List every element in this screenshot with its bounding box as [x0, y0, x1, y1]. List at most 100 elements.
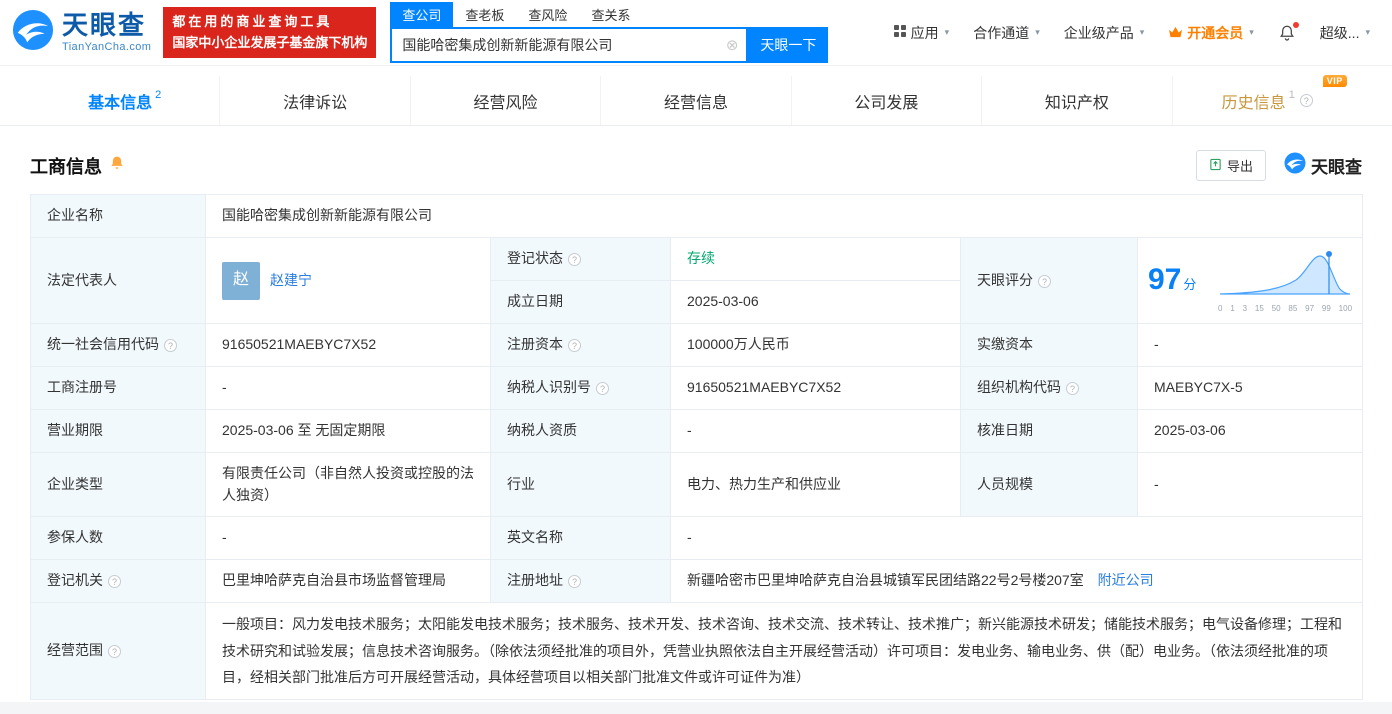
- english-name-label: 英文名称: [490, 516, 671, 560]
- taxpayer-quality-label: 纳税人资质: [490, 409, 671, 453]
- company-type-value: 有限责任公司（非自然人投资或控股的法人独资）: [205, 452, 491, 517]
- status-badge: 存续: [687, 250, 715, 267]
- registry-value: 巴里坤哈萨克自治县市场监督管理局: [205, 559, 491, 603]
- address-label: 注册地址: [490, 559, 671, 603]
- export-button[interactable]: 导出: [1195, 150, 1266, 181]
- nearby-companies-link[interactable]: 附近公司: [1098, 572, 1154, 588]
- brand-wave-icon: [1284, 152, 1306, 179]
- tab-label: 基本信息: [88, 94, 153, 112]
- reg-capital-value: 100000万人民币: [670, 323, 961, 367]
- registry-label: 登记机关: [30, 559, 206, 603]
- score-axis: 0 1 3 15 50 85 97 99 100: [1218, 304, 1353, 314]
- address-value: 新疆哈密市巴里坤哈萨克自治县城镇军民团结路22号2号楼207室: [687, 572, 1084, 589]
- industry-label: 行业: [490, 452, 671, 517]
- menu-cooperation[interactable]: 合作通道: [973, 23, 1040, 43]
- chevron-down-icon: [1365, 27, 1370, 38]
- tab-business-risk[interactable]: 经营风险: [409, 76, 600, 125]
- paid-capital-value: -: [1136, 323, 1364, 367]
- table-row: 企业类型 有限责任公司（非自然人投资或控股的法人独资） 行业 电力、热力生产和供…: [30, 452, 1364, 517]
- help-icon[interactable]: [164, 339, 177, 353]
- legal-rep-link[interactable]: 赵建宁: [270, 270, 312, 292]
- tab-company-development[interactable]: 公司发展: [790, 76, 981, 125]
- taxpayer-quality-value: -: [670, 409, 961, 453]
- footer-strip: [0, 702, 1392, 714]
- business-info-table: 企业名称 国能哈密集成创新新能源有限公司 法定代表人 赵 赵建宁 登记状态 存续…: [30, 194, 1364, 700]
- reg-status-label: 登记状态: [490, 237, 671, 281]
- notification-dot: [1292, 21, 1299, 28]
- tab-business-info[interactable]: 经营信息: [600, 76, 790, 125]
- crown-icon: [1168, 25, 1183, 41]
- help-icon[interactable]: [1066, 382, 1079, 396]
- clear-search-icon[interactable]: [718, 36, 747, 54]
- established-value: 2025-03-06: [670, 280, 961, 324]
- help-icon[interactable]: [108, 575, 121, 589]
- table-row: 经营范围 一般项目：风力发电技术服务；太阳能发电技术服务；技术服务、技术开发、技…: [30, 602, 1364, 700]
- watermark-logo: 天眼查: [1284, 152, 1362, 179]
- help-icon[interactable]: [1038, 274, 1051, 288]
- chevron-down-icon: [1140, 27, 1145, 38]
- header-menu: 应用 合作通道 企业级产品 开通会员: [893, 21, 1370, 43]
- help-icon[interactable]: [1299, 94, 1313, 107]
- table-row: 统一社会信用代码 91650521MAEBYC7X52 注册资本 100000万…: [30, 323, 1364, 367]
- avatar[interactable]: 赵: [222, 261, 260, 300]
- menu-user-label: 超级...: [1319, 24, 1360, 41]
- search-tab-boss[interactable]: 查老板: [453, 2, 516, 27]
- company-type-label: 企业类型: [30, 452, 206, 517]
- search-tab-risk[interactable]: 查风险: [516, 2, 579, 27]
- company-name-value: 国能哈密集成创新新能源有限公司: [204, 194, 1364, 238]
- business-scope-label: 经营范围: [30, 602, 206, 700]
- watermark-logo-text: 天眼查: [1311, 158, 1362, 177]
- legal-rep-cell: 赵 赵建宁: [205, 237, 491, 324]
- tab-intellectual-property[interactable]: 知识产权: [981, 76, 1171, 125]
- search-tab-relation[interactable]: 查关系: [579, 2, 642, 27]
- table-row: 登记机关 巴里坤哈萨克自治县市场监督管理局 注册地址 新疆哈密市巴里坤哈萨克自治…: [30, 559, 1364, 603]
- bell-icon[interactable]: [109, 155, 125, 176]
- english-name-value: -: [669, 516, 1364, 560]
- menu-open-vip[interactable]: 开通会员: [1168, 23, 1254, 43]
- tab-count-badge: 1: [1288, 88, 1295, 101]
- brand-logo[interactable]: 天眼查 TianYanCha.com: [12, 9, 151, 56]
- tab-history-info[interactable]: 历史信息 1 VIP: [1171, 74, 1362, 125]
- brand-name: 天眼查: [62, 10, 147, 40]
- table-row: 工商注册号 - 纳税人识别号 91650521MAEBYC7X52 组织机构代码…: [30, 366, 1364, 410]
- help-icon[interactable]: [568, 253, 581, 267]
- menu-open-vip-label: 开通会员: [1187, 24, 1244, 41]
- export-label: 导出: [1226, 159, 1253, 174]
- search-area: 查公司 查老板 查风险 查关系 天眼一下: [390, 1, 829, 63]
- approval-date-label: 核准日期: [960, 409, 1138, 453]
- help-icon[interactable]: [568, 339, 581, 353]
- menu-enterprise-products[interactable]: 企业级产品: [1064, 23, 1145, 43]
- credit-code-label: 统一社会信用代码: [30, 323, 206, 367]
- tab-label: 公司发展: [854, 94, 919, 112]
- reg-capital-label: 注册资本: [490, 323, 671, 367]
- menu-user-account[interactable]: 超级...: [1320, 23, 1370, 43]
- slogan-badge: 都在用的商业查询工具 国家中小企业发展子基金旗下机构: [163, 7, 377, 58]
- help-icon[interactable]: [596, 382, 609, 396]
- score-value: 97: [1148, 263, 1182, 297]
- search-input[interactable]: [392, 36, 718, 53]
- credit-code-value: 91650521MAEBYC7X52: [205, 323, 491, 367]
- address-cell: 新疆哈密市巴里坤哈萨克自治县城镇军民团结路22号2号楼207室 附近公司: [669, 559, 1364, 603]
- business-term-value: 2025-03-06 至 无固定期限: [205, 409, 491, 453]
- menu-enterprise-label: 企业级产品: [1063, 24, 1134, 41]
- org-code-label: 组织机构代码: [960, 366, 1138, 410]
- staff-size-label: 人员规模: [960, 452, 1138, 517]
- tab-count-badge: 2: [155, 88, 162, 101]
- menu-apps[interactable]: 应用: [893, 23, 950, 43]
- business-scope-value: 一般项目：风力发电技术服务；太阳能发电技术服务；技术服务、技术开发、技术咨询、技…: [204, 602, 1364, 700]
- help-icon[interactable]: [108, 645, 121, 659]
- search-button[interactable]: 天眼一下: [748, 26, 829, 63]
- reg-number-label: 工商注册号: [30, 366, 206, 410]
- table-row: 参保人数 - 英文名称 -: [30, 516, 1364, 560]
- taxpayer-id-value: 91650521MAEBYC7X52: [670, 366, 961, 410]
- tab-basic-info[interactable]: 基本信息 2: [30, 76, 219, 125]
- chevron-down-icon: [945, 27, 950, 38]
- tab-label: 经营风险: [473, 94, 538, 112]
- search-tab-company[interactable]: 查公司: [390, 1, 454, 27]
- notification-bell-icon[interactable]: [1278, 21, 1299, 42]
- tab-legal-proceedings[interactable]: 法律诉讼: [219, 76, 409, 125]
- reg-status-value: 存续: [670, 237, 961, 281]
- company-nav-tabs: 基本信息 2 法律诉讼 经营风险 经营信息 公司发展 知识产权 历史信息 1 V…: [0, 74, 1392, 126]
- search-box: [390, 26, 749, 63]
- help-icon[interactable]: [568, 575, 581, 589]
